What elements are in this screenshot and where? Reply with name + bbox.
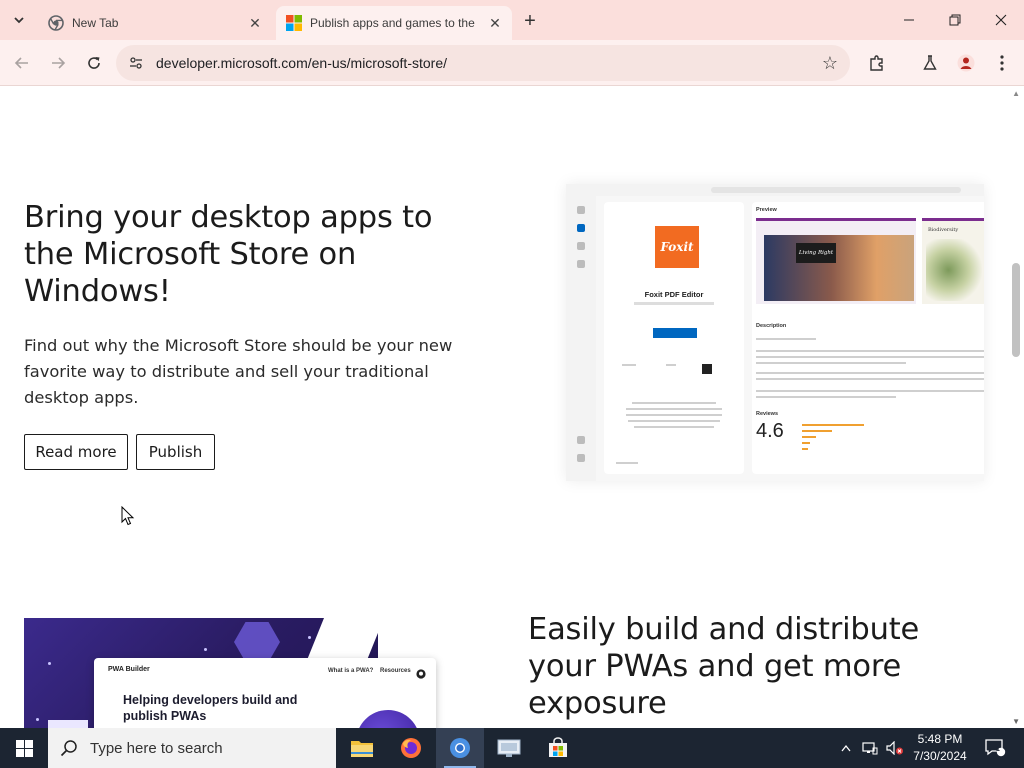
description-label: Description xyxy=(756,323,787,329)
avatar-icon xyxy=(957,54,975,72)
show-hidden-icons-button[interactable] xyxy=(838,728,854,768)
app-card: Foxit Foxit PDF Editor xyxy=(604,202,744,474)
publish-button[interactable]: Publish xyxy=(136,434,215,470)
tab-publish-apps[interactable]: Publish apps and games to the ✕ xyxy=(276,6,512,40)
search-icon xyxy=(60,740,77,757)
firefox-button[interactable] xyxy=(387,728,435,768)
firefox-icon xyxy=(401,738,421,758)
scroll-up-arrow-icon[interactable]: ▲ xyxy=(1012,89,1020,98)
puzzle-icon xyxy=(870,55,883,71)
rating-value: 4.6 xyxy=(756,420,784,442)
start-button[interactable] xyxy=(0,728,48,768)
tab-title: New Tab xyxy=(72,16,119,30)
close-icon xyxy=(995,14,1007,26)
restore-icon xyxy=(949,14,961,26)
page-viewport: Bring your desktop apps to the Microsoft… xyxy=(0,87,1024,728)
reload-button[interactable] xyxy=(80,49,108,77)
file-explorer-icon xyxy=(351,741,373,757)
notification-icon xyxy=(985,739,1006,757)
file-explorer-button[interactable] xyxy=(338,728,386,768)
close-icon[interactable]: ✕ xyxy=(486,14,504,32)
reviews-label: Reviews xyxy=(756,411,779,417)
scroll-down-arrow-icon[interactable]: ▼ xyxy=(1012,717,1020,726)
taskbar-clock[interactable]: 5:48 PM 7/30/2024 xyxy=(912,731,968,765)
install-button xyxy=(653,328,697,338)
windows-logo-icon xyxy=(15,739,33,757)
store-search-bar xyxy=(711,187,961,193)
volume-muted-icon[interactable] xyxy=(884,728,906,768)
mouse-cursor-icon xyxy=(121,505,135,531)
store-sidebar xyxy=(566,196,596,481)
chrome-icon xyxy=(48,15,64,31)
close-icon[interactable]: ✕ xyxy=(246,14,264,32)
pwa-card-headline: Helping developers build and publish PWA… xyxy=(123,693,298,723)
network-icon[interactable] xyxy=(860,728,880,768)
preview-label: Preview xyxy=(756,207,777,213)
remote-desktop-button[interactable] xyxy=(485,728,533,768)
pwa-nav-item: What is a PWA? xyxy=(328,668,374,674)
screenshot-thumbnail: Biodiversity xyxy=(922,218,984,304)
tab-search-button[interactable] xyxy=(6,7,32,33)
extensions-button[interactable] xyxy=(863,49,891,77)
back-button[interactable] xyxy=(8,49,36,77)
store-title-bar xyxy=(566,184,984,196)
close-window-button[interactable] xyxy=(978,6,1024,34)
app-preview-panel: Preview Living Right Biodiversity Descri… xyxy=(752,202,984,474)
pwa-nav-item: Resources xyxy=(380,668,411,674)
notification-center-button[interactable]: 1 xyxy=(980,728,1010,768)
microsoft-store-button[interactable] xyxy=(534,728,582,768)
github-icon xyxy=(416,666,426,684)
scrollbar-thumb[interactable] xyxy=(1012,263,1020,357)
app-name: Foxit PDF Editor xyxy=(644,290,704,299)
minimize-button[interactable] xyxy=(886,6,932,34)
remote-desktop-icon xyxy=(497,739,521,757)
flask-icon xyxy=(923,55,937,70)
new-tab-button[interactable]: + xyxy=(518,9,542,33)
more-vert-icon xyxy=(1000,55,1004,71)
hero-description: Find out why the Microsoft Store should … xyxy=(24,336,453,407)
forward-button[interactable] xyxy=(44,49,72,77)
pwa-builder-logo: PWA Builder xyxy=(108,666,150,673)
foxit-logo: Foxit xyxy=(655,226,699,268)
pwa-section-title: Easily build and distribute your PWAs an… xyxy=(528,612,920,721)
screenshot-thumbnail: Living Right xyxy=(756,218,916,304)
pwa-builder-image: PWA Builder What is a PWA? Resources Hel… xyxy=(24,618,476,728)
profile-button[interactable] xyxy=(952,49,980,77)
tab-strip: New Tab ✕ Publish apps and games to the … xyxy=(0,0,1024,40)
arrow-left-icon xyxy=(14,57,28,69)
chrome-taskbar-button[interactable] xyxy=(436,728,484,768)
clock-date: 7/30/2024 xyxy=(913,749,967,763)
url-text: developer.microsoft.com/en-us/microsoft-… xyxy=(156,55,447,71)
minimize-icon xyxy=(904,19,914,21)
browser-toolbar: developer.microsoft.com/en-us/microsoft-… xyxy=(0,40,1024,86)
site-info-icon[interactable] xyxy=(124,51,148,75)
pwa-builder-card: PWA Builder What is a PWA? Resources Hel… xyxy=(94,658,436,728)
tab-new-tab[interactable]: New Tab ✕ xyxy=(38,6,272,40)
page-scrollbar[interactable]: ▲ ▼ xyxy=(1008,87,1024,728)
address-bar[interactable]: developer.microsoft.com/en-us/microsoft-… xyxy=(116,45,850,81)
reload-icon xyxy=(88,57,100,69)
bookmark-star-icon[interactable]: ☆ xyxy=(816,49,844,77)
read-more-button[interactable]: Read more xyxy=(24,434,128,470)
microsoft-store-icon xyxy=(549,737,567,757)
tab-title: Publish apps and games to the xyxy=(310,16,475,30)
labs-button[interactable] xyxy=(916,49,944,77)
microsoft-logo-icon xyxy=(286,15,302,31)
store-preview-image: Foxit Foxit PDF Editor Preview Living Ri… xyxy=(566,184,984,481)
side-tile-text: Biodiversity xyxy=(928,227,959,233)
taskbar-search-box[interactable]: Type here to search xyxy=(48,728,336,768)
hero-title: Bring your desktop apps to the Microsoft… xyxy=(24,200,433,309)
chrome-icon xyxy=(450,738,470,758)
clock-time: 5:48 PM xyxy=(917,732,963,746)
arrow-right-icon xyxy=(52,57,66,69)
chevron-down-icon xyxy=(14,17,24,24)
banner-text: Living Right xyxy=(796,243,836,263)
menu-button[interactable] xyxy=(988,49,1016,77)
windows-taskbar: Type here to search 5:48 PM 7/30/2024 1 xyxy=(0,728,1024,768)
chevron-up-icon xyxy=(841,744,851,752)
notification-count: 1 xyxy=(996,746,1000,753)
taskbar-search-placeholder: Type here to search xyxy=(90,739,223,757)
restore-button[interactable] xyxy=(932,6,978,34)
